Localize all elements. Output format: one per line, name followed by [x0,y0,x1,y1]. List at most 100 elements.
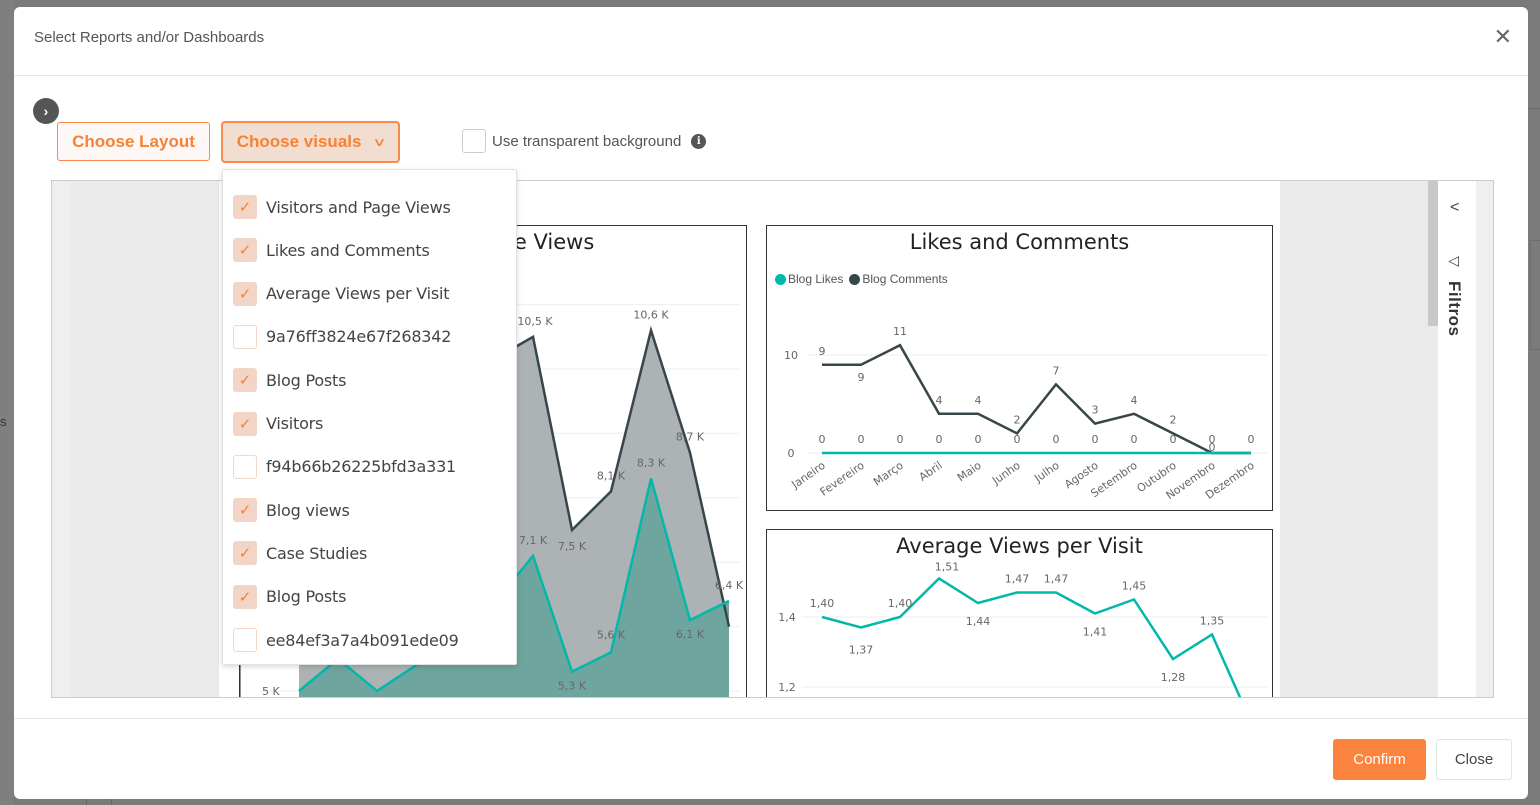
visual-option-label: ee84ef3a7a4b091ede09 [266,630,459,650]
checkbox-checked[interactable]: ✓ [233,541,257,566]
data-label: 1,40 [810,597,835,610]
data-label: 1,28 [1161,671,1186,684]
data-label: 0 [858,433,865,446]
visual-option-label: Case Studies [266,543,368,563]
data-label: 4 [975,394,982,407]
visual-option-label: Likes and Comments [266,240,430,260]
data-label: 9 [858,371,865,384]
data-label: 1,51 [935,561,960,574]
visual-option-label: Blog Posts [266,587,347,607]
x-tick-label: Fevereiro [818,459,867,499]
visuals-dropdown: ✓ Visitors and Page Views ✓ Likes and Comme… [222,169,517,665]
checkbox-checked[interactable]: ✓ [233,498,257,523]
data-label: 8,7 K [676,431,705,444]
data-label: 0 [1014,433,1021,446]
checkbox-checked[interactable]: ✓ [233,368,257,393]
select-reports-modal: Select Reports and/or Dashboards ✕ › Cho… [14,7,1528,799]
data-label: 1,37 [849,644,874,657]
checkmark-icon: ✓ [238,415,252,433]
background-page-right [1528,0,1540,805]
data-label: 7 [1053,364,1060,377]
data-label: 0 [819,433,826,446]
visual-option[interactable]: ✓ Case Studies [233,538,367,568]
visual-option-label: f94b66b26225bfd3a331 [266,457,457,477]
filters-pane[interactable]: < ▽ Filtros [1438,181,1476,697]
confirm-button[interactable]: Confirm [1333,739,1426,780]
x-tick-label: Junho [989,459,1023,488]
checkmark-icon: ✓ [238,502,252,520]
data-label: 0 [1170,433,1177,446]
visual-option-label: Visitors [266,414,324,433]
chevron-down-icon: ∨ [372,135,387,149]
line-chart: 1,4 1,2 1,40 1,37 1,40 1,51 1,44 1,47 1,47 1,41 1,… [778,561,1267,697]
checkbox-checked[interactable]: ✓ [233,281,257,306]
background-page [0,0,14,805]
chevron-left-icon[interactable]: < [1450,199,1459,217]
x-tick-label: Março [871,459,906,489]
data-label: 0 [1248,433,1255,446]
background-text: s [0,414,7,429]
data-label: 1,35 [1200,615,1225,628]
visual-option[interactable]: ✓ Blog Posts [233,582,346,612]
checkbox-checked[interactable]: ✓ [233,411,257,436]
checkbox-unchecked[interactable] [233,454,257,479]
visual-option[interactable]: ✓ Visitors [233,409,323,439]
checkbox-checked[interactable]: ✓ [233,584,257,609]
transparent-background-checkbox[interactable] [462,129,486,153]
checkmark-icon: ✓ [238,199,252,216]
visual-option[interactable]: f94b66b26225bfd3a331 [233,452,456,482]
checkmark-icon: ✓ [238,242,252,260]
modal-footer: Confirm Close [14,718,1528,799]
visual-average-views-per-visit[interactable]: Average Views per Visit 1,4 1,2 1,40 1,37 1,… [766,529,1273,697]
visual-option[interactable]: ✓ Visitors and Page Views [233,192,451,222]
y-tick-label: 10 [784,349,798,362]
data-label: 4 [1131,394,1138,407]
data-label: 1,47 [1005,573,1030,586]
data-label: 6,4 K [715,579,744,592]
visual-option[interactable]: 9a76ff3824e67f268342 [233,322,451,352]
data-label: 2 [1014,413,1021,426]
data-label: 7,1 K [519,534,548,547]
filters-label: Filtros [1445,281,1464,337]
visual-option-label: Blog views [266,500,350,520]
data-label: 1,44 [966,615,991,628]
y-tick-label: 5 K [262,685,280,698]
y-tick-label: 1,4 [778,611,796,624]
info-icon[interactable]: i [691,133,707,149]
data-label: 0 [975,433,982,446]
choose-visuals-button[interactable]: Choose visuals ∨ [221,121,400,163]
data-label: 10,6 K [633,308,669,321]
checkbox-unchecked[interactable] [233,324,257,349]
choose-layout-button[interactable]: Choose Layout [57,122,210,161]
visual-option[interactable]: ✓ Blog Posts [233,365,346,395]
data-label: 1,41 [1083,626,1108,639]
checkmark-icon: ✓ [238,545,252,563]
checkmark-icon: ✓ [238,588,252,606]
preview-gutter [1476,181,1493,697]
checkbox-unchecked[interactable] [233,628,257,652]
line-chart: 010 99114 42734200 0 0 0 0 0 0 0 0 0 0 0JaneiroFevere… [784,325,1267,502]
data-label: 8,3 K [637,456,666,469]
scrollbar-thumb[interactable] [1428,181,1438,326]
visual-option[interactable]: ee84ef3a7a4b091ede09 [233,625,459,655]
data-label: 0 [1053,433,1060,446]
data-label: 1,40 [888,597,913,610]
visual-option[interactable]: ✓ Likes and Comments [233,235,430,265]
visual-option[interactable]: ✓ Average Views per Visit [233,279,450,309]
data-label: 3 [1092,404,1099,417]
data-label: 0 [1092,433,1099,446]
checkbox-checked[interactable]: ✓ [233,195,257,219]
close-button[interactable]: Close [1436,739,1512,780]
line-blog-comments [822,343,1251,455]
data-label: 11 [893,325,907,338]
funnel-icon: ▽ [1446,256,1463,267]
data-label: 5,3 K [558,680,587,693]
visual-option-label: Blog Posts [266,370,347,390]
data-label: 5,6 K [597,628,626,641]
close-icon[interactable]: ✕ [1494,27,1512,49]
visual-likes-comments[interactable]: Likes and Comments Blog Likes Blog Comme… [766,225,1273,511]
chevron-right-icon[interactable]: › [33,98,59,124]
vertical-scrollbar[interactable] [1428,181,1438,697]
checkbox-checked[interactable]: ✓ [233,238,257,263]
visual-option[interactable]: ✓ Blog views [233,495,350,525]
